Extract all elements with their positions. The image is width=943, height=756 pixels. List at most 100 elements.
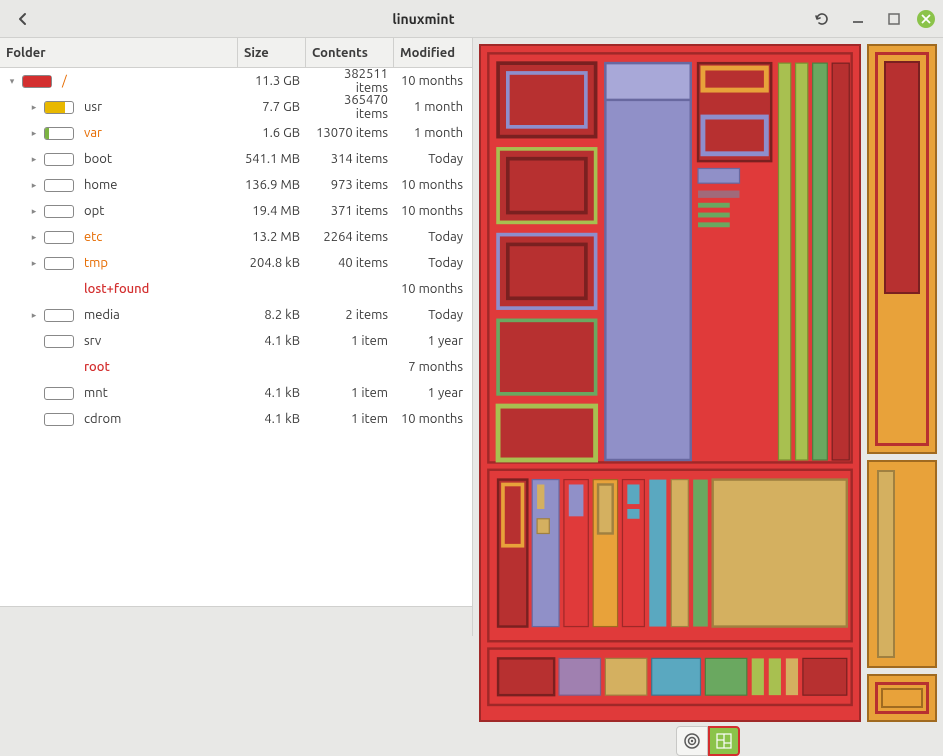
table-row[interactable]: ▸home136.9 MB973 items10 months	[0, 172, 472, 198]
window-title: linuxmint	[38, 11, 809, 27]
folder-cell[interactable]: ▸etc	[0, 230, 238, 244]
folder-cell[interactable]: ▸ var	[0, 126, 238, 140]
modified-cell: Today	[394, 230, 469, 244]
size-cell: 11.3 GB	[238, 74, 306, 88]
chevron-right-icon[interactable]: ▸	[28, 180, 40, 191]
folder-cell[interactable]: root	[0, 360, 238, 374]
table-row[interactable]: ▸boot541.1 MB314 itemsToday	[0, 146, 472, 172]
main-content: Folder Size Contents Modified ▾/11.3 GB3…	[0, 38, 943, 636]
modified-cell: 1 month	[394, 100, 469, 114]
folder-cell[interactable]: ▸ usr	[0, 100, 238, 114]
table-row[interactable]: ▾/11.3 GB382511 items10 months	[0, 68, 472, 94]
folder-name: var	[84, 126, 102, 140]
contents-cell: 2264 items	[306, 230, 394, 244]
contents-cell: 371 items	[306, 204, 394, 218]
folder-name: lost+found	[84, 282, 149, 296]
view-mode-switcher	[479, 726, 937, 756]
folder-name: tmp	[84, 256, 108, 270]
folder-name: boot	[84, 152, 112, 166]
contents-cell: 1 item	[306, 412, 394, 426]
usage-bar	[44, 231, 74, 244]
refresh-button[interactable]	[809, 6, 835, 32]
contents-cell: 40 items	[306, 256, 394, 270]
folder-cell[interactable]: ▸home	[0, 178, 238, 192]
back-button[interactable]	[8, 5, 38, 33]
folder-name: root	[84, 360, 110, 374]
table-row[interactable]: ▸media8.2 kB2 itemsToday	[0, 302, 472, 328]
folder-name: /	[62, 74, 67, 88]
folder-name: opt	[84, 204, 104, 218]
folder-cell[interactable]: cdrom	[0, 412, 238, 426]
chevron-right-icon[interactable]: ▸	[28, 258, 40, 269]
folder-name: cdrom	[84, 412, 121, 426]
contents-cell: 382511 items	[306, 68, 394, 95]
folder-cell[interactable]: ▸ media	[0, 308, 238, 322]
modified-cell: 1 month	[394, 126, 469, 140]
table-row[interactable]: ▸opt19.4 MB371 items10 months	[0, 198, 472, 224]
folder-cell[interactable]: ▸ opt	[0, 204, 238, 218]
usage-bar	[44, 387, 74, 400]
size-cell: 13.2 MB	[238, 230, 306, 244]
modified-cell: 1 year	[394, 334, 469, 348]
chevron-right-icon[interactable]: ▸	[28, 128, 40, 139]
folder-cell[interactable]: srv	[0, 334, 238, 348]
modified-cell: Today	[394, 308, 469, 322]
folder-cell[interactable]: mnt	[0, 386, 238, 400]
folder-cell[interactable]: lost+found	[0, 282, 238, 296]
modified-cell: 10 months	[394, 282, 469, 296]
usage-bar	[22, 75, 52, 88]
table-row[interactable]: ▸tmp204.8 kB40 itemsToday	[0, 250, 472, 276]
size-cell: 8.2 kB	[238, 308, 306, 322]
minimize-button[interactable]	[845, 6, 871, 32]
side-block-bottom[interactable]	[867, 674, 937, 722]
table-row[interactable]: root 7 months	[0, 354, 472, 380]
chevron-right-icon[interactable]: ▸	[28, 232, 40, 243]
usage-bar	[44, 335, 74, 348]
table-row[interactable]: lost+found 10 months	[0, 276, 472, 302]
chevron-right-icon[interactable]: ▸	[28, 206, 40, 217]
folder-name: srv	[84, 334, 101, 348]
folder-name: mnt	[84, 386, 108, 400]
contents-cell: 314 items	[306, 152, 394, 166]
chevron-right-icon[interactable]: ▸	[28, 310, 40, 321]
modified-cell: 10 months	[394, 412, 469, 426]
modified-cell: 1 year	[394, 386, 469, 400]
tree-body[interactable]: ▾/11.3 GB382511 items10 months▸usr7.7 GB…	[0, 68, 472, 606]
contents-cell: 973 items	[306, 178, 394, 192]
folder-name: usr	[84, 100, 102, 114]
tree-panel: Folder Size Contents Modified ▾/11.3 GB3…	[0, 38, 473, 636]
folder-cell[interactable]: ▸ boot	[0, 152, 238, 166]
usage-bar	[44, 257, 74, 270]
maximize-button[interactable]	[881, 6, 907, 32]
chevron-right-icon[interactable]: ▸	[28, 102, 40, 113]
size-cell: 7.7 GB	[238, 100, 306, 114]
chevron-down-icon[interactable]: ▾	[6, 76, 18, 87]
table-row[interactable]: ▸var1.6 GB13070 items1 month	[0, 120, 472, 146]
treemap-main[interactable]	[479, 44, 861, 722]
view-treemap-button[interactable]	[708, 726, 740, 756]
folder-cell[interactable]: ▸ tmp	[0, 256, 238, 270]
treemap-side[interactable]	[867, 44, 937, 722]
column-modified[interactable]: Modified	[394, 38, 469, 67]
table-row[interactable]: srv4.1 kB1 item1 year	[0, 328, 472, 354]
table-row[interactable]: ▸usr7.7 GB365470 items1 month	[0, 94, 472, 120]
size-cell: 1.6 GB	[238, 126, 306, 140]
column-contents[interactable]: Contents	[306, 38, 394, 67]
view-rings-button[interactable]	[676, 726, 708, 756]
table-row[interactable]: mnt4.1 kB1 item1 year	[0, 380, 472, 406]
size-cell: 4.1 kB	[238, 412, 306, 426]
column-folder[interactable]: Folder	[0, 38, 238, 67]
table-row[interactable]: ▸etc13.2 MB2264 itemsToday	[0, 224, 472, 250]
size-cell: 204.8 kB	[238, 256, 306, 270]
chevron-right-icon[interactable]: ▸	[28, 154, 40, 165]
close-button[interactable]	[917, 10, 935, 28]
folder-name: media	[84, 308, 120, 322]
modified-cell: 10 months	[394, 74, 469, 88]
side-block-mid[interactable]	[867, 460, 937, 667]
column-size[interactable]: Size	[238, 38, 306, 67]
side-block-top[interactable]	[867, 44, 937, 454]
table-row[interactable]: cdrom 4.1 kB1 item10 months	[0, 406, 472, 432]
folder-cell[interactable]: ▾/	[0, 74, 238, 88]
modified-cell: 7 months	[394, 360, 469, 374]
size-cell: 136.9 MB	[238, 178, 306, 192]
